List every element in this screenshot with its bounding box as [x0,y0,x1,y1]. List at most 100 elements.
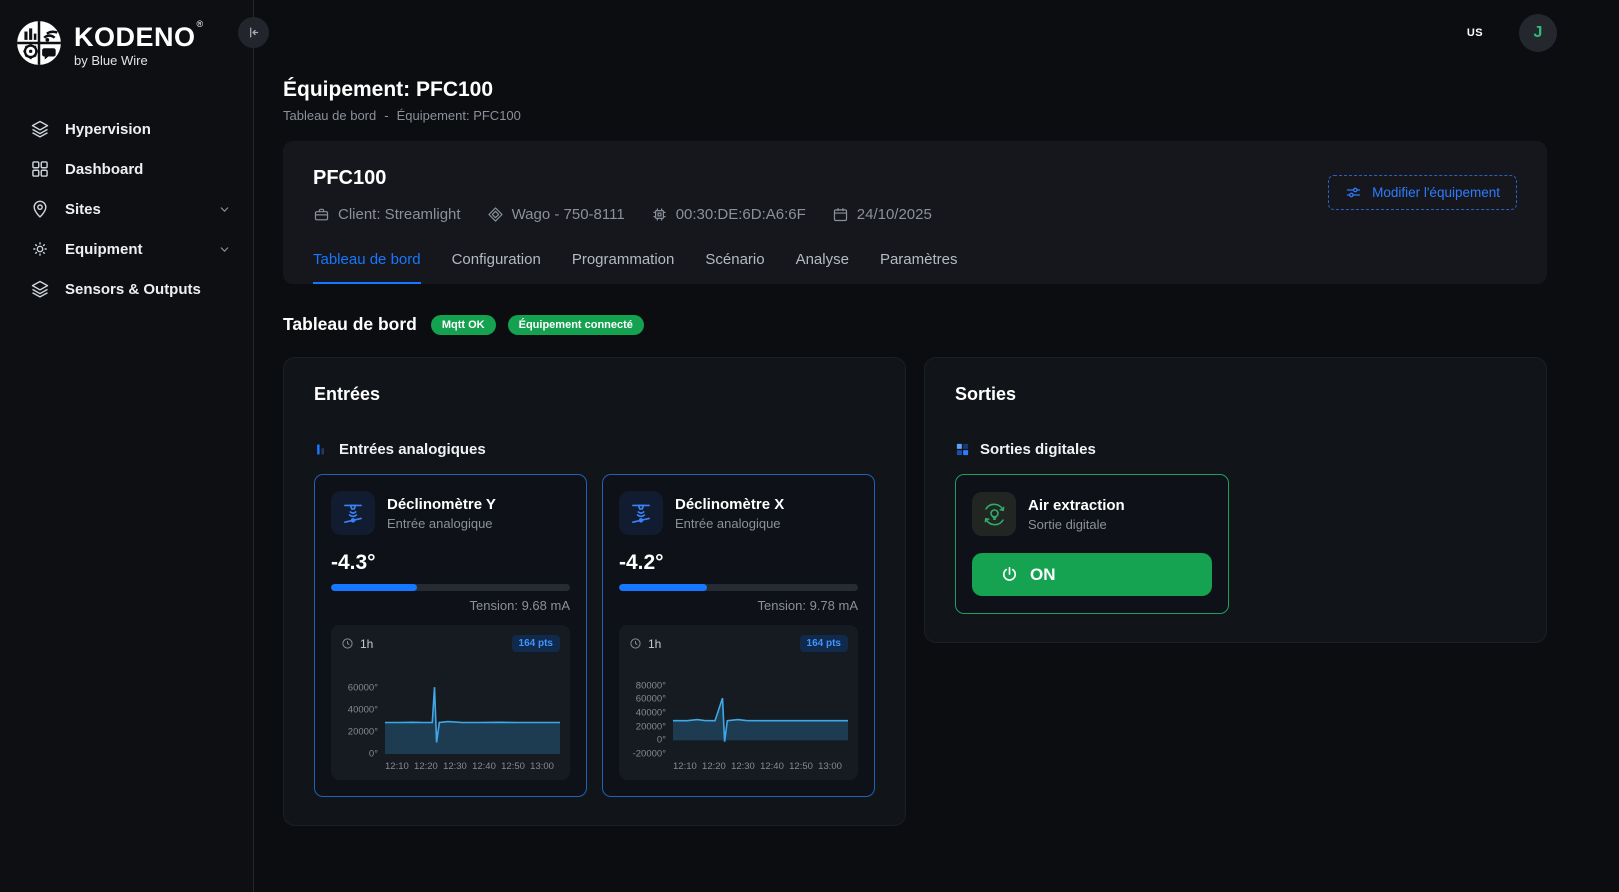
points-count-badge: 164 pts [512,635,560,652]
sidebar-item-label: Hypervision [65,121,151,138]
registered-mark: ® [197,20,204,29]
breadcrumb-separator: - [384,108,388,123]
sidebar-item-sensors-outputs[interactable]: Sensors & Outputs [0,269,253,309]
output-name: Air extraction [1028,497,1125,514]
inclinometer-icon [331,491,375,535]
content: Équipement: PFC100 Tableau de bord - Équ… [254,66,1619,826]
brand-name: KODENO [74,24,196,51]
sidebar-item-label: Dashboard [65,161,143,178]
time-range[interactable]: 1h [341,637,373,651]
analog-inputs-label: Entrées analogiques [339,441,486,458]
tab-analyse[interactable]: Analyse [796,251,849,284]
model-label: Wago - 750-8111 [512,206,625,223]
grid-icon [30,159,50,179]
sensor-tension: Tension: 9.68 mA [331,598,570,613]
chart-plot [673,662,848,754]
client-meta: Client: Streamlight [313,206,461,223]
sensor-chart: 1h 164 pts 60000°40000°20000°0° 12:1012:… [331,625,570,780]
tab-parametres[interactable]: Paramètres [880,251,958,284]
tab-programmation[interactable]: Programmation [572,251,675,284]
inputs-panel: Entrées Entrées analogiques [283,357,906,826]
gear-icon [30,239,50,259]
output-toggle-button[interactable]: ON [972,553,1212,596]
layers-icon [30,279,50,299]
sidebar-item-label: Sites [65,201,101,218]
inputs-panel-title: Entrées [314,384,875,405]
time-range-label: 1h [360,637,373,651]
diamond-icon [487,206,504,223]
sensor-progress-bar [619,584,858,591]
outputs-panel-title: Sorties [955,384,1516,405]
tab-scenario[interactable]: Scénario [705,251,764,284]
sliders-icon [1345,184,1362,201]
locale-selector[interactable]: US [1467,27,1483,39]
squares-grid-icon [955,442,970,457]
brand-tagline: by Blue Wire [74,54,203,67]
dashboard-heading: Tableau de bord [283,314,417,335]
output-type: Sortie digitale [1028,517,1125,532]
sensor-card-declinometre-x[interactable]: Déclinomètre X Entrée analogique -4.2° T… [602,474,875,797]
air-extraction-icon [972,492,1016,536]
clock-icon [629,637,642,650]
sensor-type: Entrée analogique [387,516,496,531]
briefcase-icon [313,206,330,223]
sensor-name: Déclinomètre X [675,496,784,513]
equipment-name: PFC100 [313,167,932,190]
chevron-down-icon [218,203,231,216]
output-card-air-extraction[interactable]: Air extraction Sortie digitale ON [955,474,1229,614]
breadcrumb-dashboard[interactable]: Tableau de bord [283,108,376,123]
sensor-card-declinometre-y[interactable]: Déclinomètre Y Entrée analogique -4.3° T… [314,474,587,797]
date-label: 24/10/2025 [857,206,932,223]
avatar[interactable]: J [1519,14,1557,52]
chip-icon [651,206,668,223]
date-meta: 24/10/2025 [832,206,932,223]
tab-tableau-de-bord[interactable]: Tableau de bord [313,251,421,284]
bar-chart-icon [314,442,329,457]
page-title: Équipement: PFC100 [283,78,1547,102]
sidebar-item-hypervision[interactable]: Hypervision [0,109,253,149]
analog-inputs-section: Entrées analogiques [314,441,875,458]
sensor-progress-fill [331,584,417,591]
sidebar-item-dashboard[interactable]: Dashboard [0,149,253,189]
sidebar: KODENO ® by Blue Wire Hypervision Dashbo… [0,0,254,892]
edit-equipment-label: Modifier l'équipement [1372,185,1500,200]
mac-label: 00:30:DE:6D:A6:6F [676,206,806,223]
breadcrumb: Tableau de bord - Équipement: PFC100 [283,108,1547,123]
outputs-panel: Sorties Sorties digitales [924,357,1547,643]
sidebar-collapse-button[interactable] [238,17,269,48]
app-root: KODENO ® by Blue Wire Hypervision Dashbo… [0,0,1619,892]
sidebar-item-equipment[interactable]: Equipment [0,229,253,269]
topbar: US J [254,0,1619,66]
sensor-progress-bar [331,584,570,591]
sensor-type: Entrée analogique [675,516,784,531]
sidebar-item-label: Sensors & Outputs [65,281,201,298]
digital-outputs-section: Sorties digitales [955,441,1516,458]
equipment-card: PFC100 Client: Streamlight [283,141,1547,284]
layers-icon [30,119,50,139]
chart-y-axis: 60000°40000°20000°0° [341,662,385,754]
edit-equipment-button[interactable]: Modifier l'équipement [1328,175,1517,210]
brand-logo[interactable]: KODENO ® by Blue Wire [0,12,253,79]
mqtt-status-badge: Mqtt OK [431,315,496,335]
mac-meta: 00:30:DE:6D:A6:6F [651,206,806,223]
clock-icon [341,637,354,650]
map-pin-icon [30,199,50,219]
power-icon [1000,565,1019,584]
connection-status-badge: Équipement connecté [508,315,644,335]
inclinometer-icon [619,491,663,535]
sensor-chart: 1h 164 pts 80000°60000°40000°20000°0°-20… [619,625,858,780]
collapse-left-icon [246,25,261,40]
chart-x-axis: 12:1012:2012:3012:4012:5013:00 [385,761,560,772]
chart-plot [385,662,560,754]
sidebar-item-sites[interactable]: Sites [0,189,253,229]
model-meta: Wago - 750-8111 [487,206,625,223]
tab-configuration[interactable]: Configuration [452,251,541,284]
sidebar-nav: Hypervision Dashboard Sites [0,109,253,309]
time-range[interactable]: 1h [629,637,661,651]
sensor-progress-fill [619,584,707,591]
kodeno-emblem-icon [14,18,64,73]
sensor-value: -4.3° [331,551,570,575]
equipment-meta: Client: Streamlight Wago - 750-8111 [313,206,932,223]
sidebar-item-label: Equipment [65,241,143,258]
time-range-label: 1h [648,637,661,651]
